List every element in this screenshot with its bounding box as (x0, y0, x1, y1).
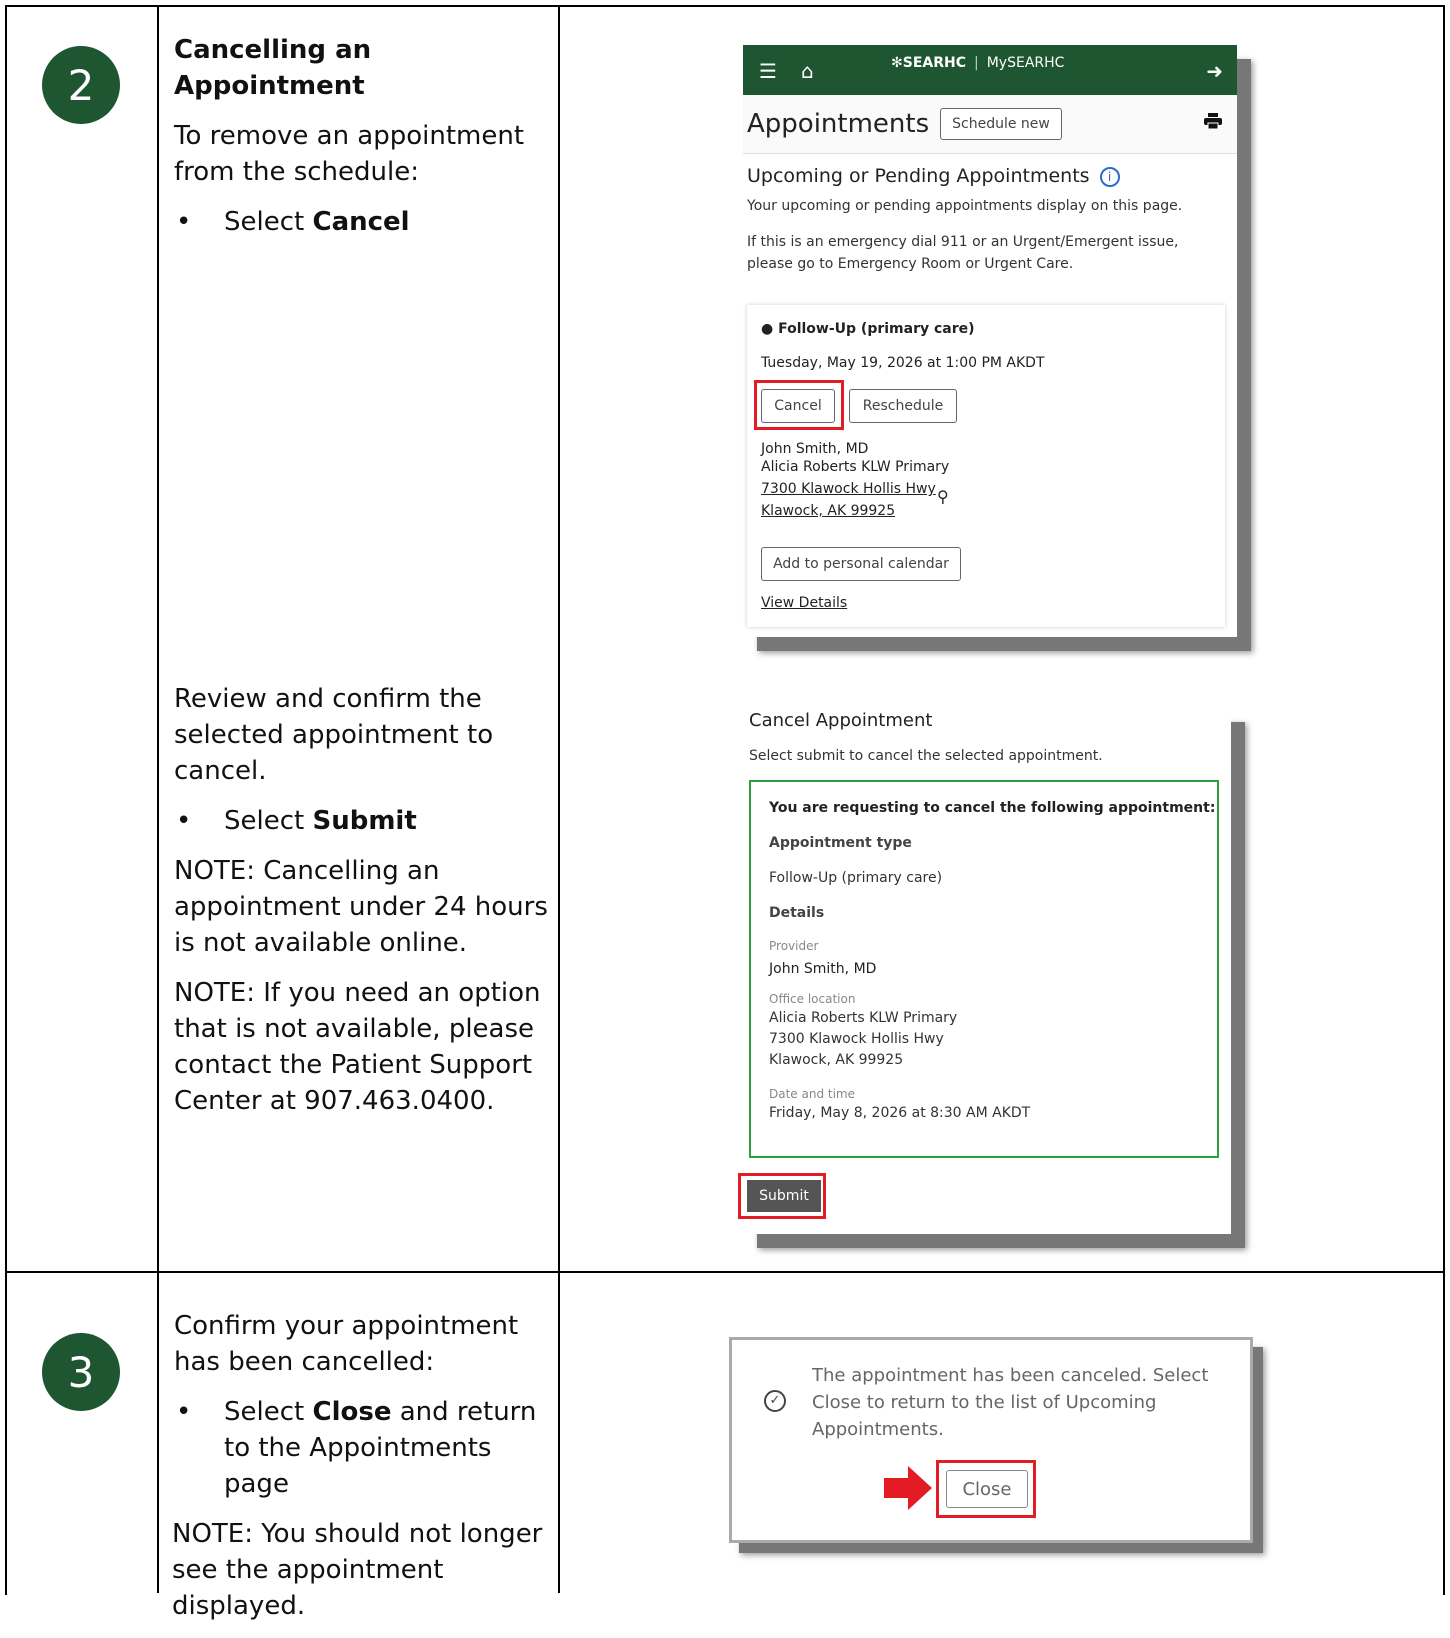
appointments-screenshot: ☰ ⌂ ✻SEARHC | MySEARHC ➜ Appointments Sc… (743, 45, 1237, 637)
clinic-name: Alicia Roberts KLW Primary (769, 1010, 958, 1026)
bullet-bold: Close (312, 1397, 392, 1427)
step-number-2: 2 (42, 46, 120, 124)
add-to-calendar-button[interactable]: Add to personal calendar (761, 547, 961, 581)
confirmation-screenshot: ✓ The appointment has been canceled. Sel… (729, 1337, 1253, 1543)
cancel-appointment-screenshot: Cancel Appointment Select submit to canc… (738, 708, 1231, 1234)
brand-name: SEARHC (902, 55, 966, 71)
step2-review: Review and confirm the selected appointm… (174, 684, 494, 786)
type-label: Appointment type (769, 835, 912, 851)
type-value: Follow-Up (primary care) (769, 870, 943, 886)
request-heading: You are requesting to cancel the followi… (769, 800, 1216, 816)
row-divider (5, 1271, 1445, 1273)
column-divider (558, 5, 560, 1593)
provider-name: John Smith, MD (769, 961, 877, 977)
step2-text: Cancelling an Appointment To remove an a… (174, 32, 554, 240)
step-number-3: 3 (42, 1333, 120, 1411)
red-arrow-icon (884, 1466, 932, 1510)
column-divider (157, 5, 159, 1593)
dialog-title: Cancel Appointment (749, 710, 933, 731)
logout-icon[interactable]: ➜ (1206, 59, 1223, 83)
step2-note2: NOTE: If you need an option that is not … (174, 978, 541, 1116)
step2-bullet-cancel: • Select Cancel (174, 204, 554, 240)
brand-app-name: MySEARHC (986, 55, 1065, 71)
dialog-subtitle: Select submit to cancel the selected app… (749, 748, 1103, 764)
emergency-notice: If this is an emergency dial 911 or an U… (747, 234, 1179, 272)
bullet-prefix: Select (224, 1397, 313, 1427)
step3-note: NOTE: You should not longer see the appo… (172, 1519, 543, 1621)
appointment-card: ● Follow-Up (primary care) Tuesday, May … (747, 305, 1225, 627)
info-icon[interactable]: i (1099, 166, 1120, 187)
section-title: Upcoming or Pending Appointments i (747, 165, 1120, 187)
confirmation-message: The appointment has been canceled. Selec… (812, 1365, 1209, 1440)
bullet-bold: Cancel (312, 207, 410, 237)
schedule-new-button[interactable]: Schedule new (940, 108, 1062, 140)
print-icon[interactable] (1203, 113, 1223, 129)
appointment-datetime: Tuesday, May 19, 2026 at 1:00 PM AKDT (761, 355, 1045, 371)
bullet-prefix: Select (224, 207, 313, 237)
section-description: Your upcoming or pending appointments di… (747, 198, 1183, 214)
step2-intro: To remove an appointment from the schedu… (174, 121, 525, 187)
details-label: Details (769, 905, 825, 921)
app-header-bar: ☰ ⌂ ✻SEARHC | MySEARHC ➜ (743, 45, 1237, 95)
bullet-icon: • (176, 806, 192, 836)
close-highlight (936, 1460, 1036, 1518)
brand-logo: ✻SEARHC | MySEARHC (891, 55, 1065, 71)
address-line1: 7300 Klawock Hollis Hwy (769, 1031, 944, 1047)
step3-intro: Confirm your appointment has been cancel… (174, 1311, 519, 1377)
provider-name: John Smith, MD (761, 441, 869, 457)
address-line2: Klawock, AK 99925 (769, 1052, 904, 1068)
step2-heading: Cancelling an Appointment (174, 35, 372, 101)
step3-bullet-close: • Select Close and return to the Appoint… (174, 1394, 554, 1502)
check-circle-icon: ✓ (764, 1390, 786, 1412)
hamburger-menu-icon[interactable]: ☰ (759, 59, 777, 83)
bullet-bold: Submit (312, 806, 417, 836)
address-line1-link[interactable]: 7300 Klawock Hollis Hwy (761, 481, 936, 497)
bullet-icon: • (176, 207, 192, 237)
clinic-name: Alicia Roberts KLW Primary (761, 459, 950, 475)
provider-label: Provider (769, 939, 819, 953)
step2-note1: NOTE: Cancelling an appointment under 24… (174, 856, 548, 958)
step2-bullet-submit: • Select Submit (174, 803, 554, 839)
bullet-icon: • (176, 1397, 192, 1427)
cancel-highlight (754, 380, 844, 430)
appointment-datetime: Friday, May 8, 2026 at 8:30 AM AKDT (769, 1105, 1031, 1121)
appointment-summary-box: You are requesting to cancel the followi… (749, 780, 1219, 1158)
page-header: Appointments Schedule new (743, 95, 1237, 154)
page-title: Appointments (747, 109, 930, 139)
home-icon[interactable]: ⌂ (801, 59, 814, 83)
step3-text: Confirm your appointment has been cancel… (172, 1308, 554, 1638)
view-details-link[interactable]: View Details (761, 595, 847, 611)
bullet-prefix: Select (224, 806, 313, 836)
map-pin-icon[interactable]: ⚲ (937, 487, 949, 506)
reschedule-button[interactable]: Reschedule (849, 389, 957, 423)
office-label: Office location (769, 992, 856, 1006)
appointment-type: ● Follow-Up (primary care) (761, 321, 975, 337)
address-line2-link[interactable]: Klawock, AK 99925 (761, 503, 895, 519)
step2-review-text: Review and confirm the selected appointm… (174, 681, 554, 1133)
submit-highlight (738, 1173, 826, 1219)
date-label: Date and time (769, 1087, 855, 1101)
